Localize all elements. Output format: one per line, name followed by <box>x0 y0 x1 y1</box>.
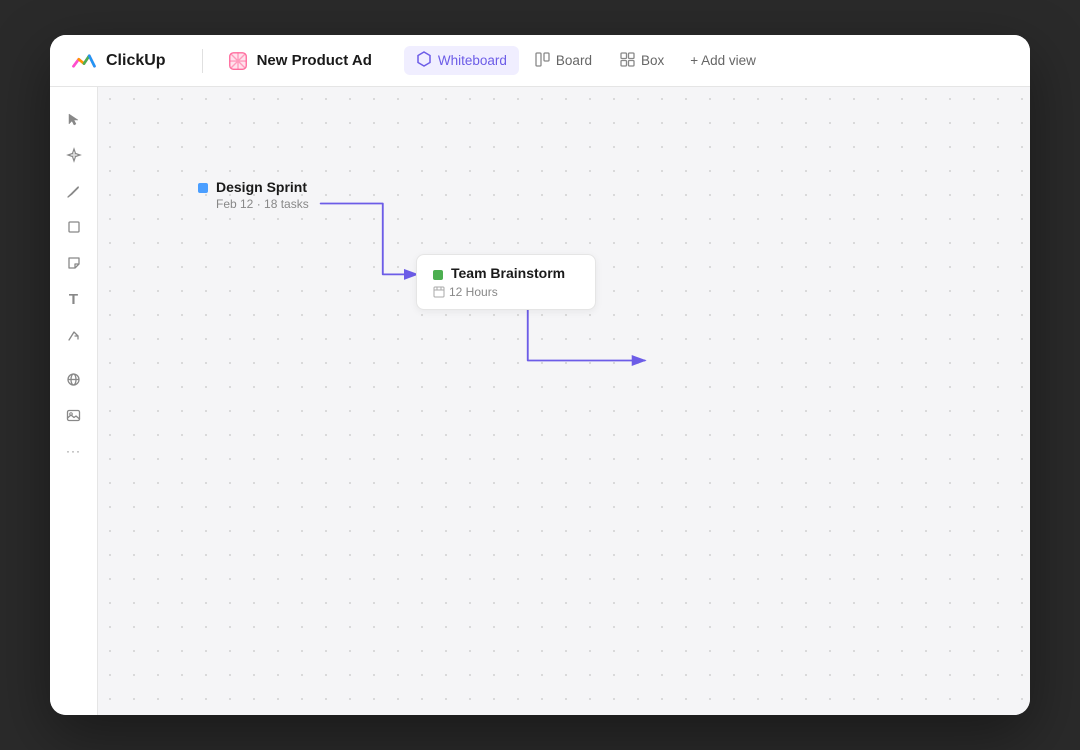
image-tool[interactable] <box>58 399 90 431</box>
team-brainstorm-hours: 12 Hours <box>449 285 498 299</box>
nav-board[interactable]: Board <box>523 47 604 75</box>
logo-area[interactable]: ClickUp <box>70 47 166 75</box>
logo-label: ClickUp <box>106 52 166 70</box>
whiteboard-label: Whiteboard <box>438 53 507 68</box>
add-view-button[interactable]: + Add view <box>680 48 766 73</box>
nav-items: Whiteboard Board <box>404 46 766 75</box>
team-brainstorm-meta: 12 Hours <box>433 285 579 299</box>
design-sprint-title: Design Sprint <box>216 179 309 195</box>
box-label: Box <box>641 53 664 68</box>
rectangle-tool[interactable] <box>58 211 90 243</box>
design-sprint-card[interactable]: Design Sprint Feb 12 · 18 tasks <box>198 179 309 211</box>
whiteboard-icon <box>416 51 432 70</box>
text-tool[interactable]: T <box>58 283 90 315</box>
whiteboard-canvas[interactable]: Design Sprint Feb 12 · 18 tasks Team Bra… <box>98 87 1030 715</box>
cursor-tool[interactable] <box>58 103 90 135</box>
globe-tool[interactable] <box>58 363 90 395</box>
design-sprint-meta: Feb 12 · 18 tasks <box>216 197 309 211</box>
box-icon <box>620 52 635 70</box>
nav-whiteboard[interactable]: Whiteboard <box>404 46 519 75</box>
board-label: Board <box>556 53 592 68</box>
design-sprint-color <box>198 183 208 193</box>
project-title-area[interactable]: New Product Ad <box>227 50 372 72</box>
left-toolbar: T ··· <box>50 87 98 715</box>
main-content: T ··· <box>50 87 1030 715</box>
team-brainstorm-header: Team Brainstorm <box>433 265 579 281</box>
project-icon <box>227 50 249 72</box>
connect-tool[interactable] <box>58 319 90 351</box>
add-view-label: + Add view <box>690 53 756 68</box>
board-icon <box>535 52 550 70</box>
clickup-logo-icon <box>70 47 98 75</box>
design-sprint-info: Design Sprint Feb 12 · 18 tasks <box>216 179 309 211</box>
sticky-tool[interactable] <box>58 247 90 279</box>
header: ClickUp New Product Ad Whiteboard <box>50 35 1030 87</box>
team-brainstorm-color <box>433 270 443 280</box>
pen-tool[interactable] <box>58 175 90 207</box>
nav-box[interactable]: Box <box>608 47 676 75</box>
hours-icon <box>433 286 445 298</box>
app-window: ClickUp New Product Ad Whiteboard <box>50 35 1030 715</box>
team-brainstorm-card[interactable]: Team Brainstorm 12 Hours <box>416 254 596 310</box>
header-divider <box>202 49 203 73</box>
more-tools[interactable]: ··· <box>58 435 90 467</box>
add-tool[interactable] <box>58 139 90 171</box>
project-title: New Product Ad <box>257 52 372 69</box>
team-brainstorm-title: Team Brainstorm <box>451 265 565 281</box>
